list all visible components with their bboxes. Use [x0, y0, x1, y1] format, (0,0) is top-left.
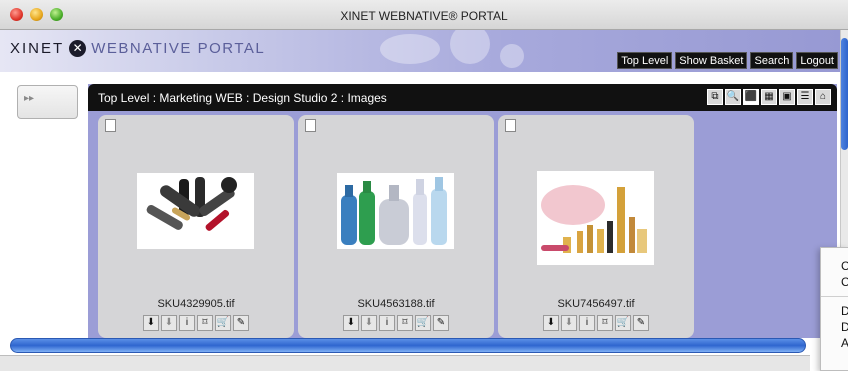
vertical-scrollbar-thumb[interactable]: [841, 38, 848, 150]
home-icon[interactable]: ⌂: [815, 89, 831, 105]
window-title: XINET WEBNATIVE® PORTAL: [340, 9, 508, 23]
info-icon[interactable]: i: [379, 315, 395, 331]
search-button[interactable]: Search: [750, 52, 794, 69]
context-menu-item[interactable]: D: [821, 319, 848, 335]
info-icon[interactable]: i: [579, 315, 595, 331]
add-to-basket-icon[interactable]: 🛒: [215, 315, 231, 331]
file-card[interactable]: SKU4563188.tif ⬇ ⬇ i ⌑ 🛒 ✎: [298, 115, 494, 338]
context-menu: C C D D A: [820, 247, 848, 371]
breadcrumb[interactable]: Top Level : Marketing WEB : Design Studi…: [98, 91, 387, 105]
file-actions: ⬇ ⬇ i ⌑ 🛒 ✎: [298, 315, 494, 331]
list-view-icon[interactable]: ☰: [797, 89, 813, 105]
context-menu-item[interactable]: A: [821, 335, 848, 351]
logo-brand: XINET: [10, 40, 65, 57]
file-icon: [505, 119, 516, 132]
download-icon[interactable]: ⬇: [343, 315, 359, 331]
file-name[interactable]: SKU7456497.tif: [498, 298, 694, 310]
preview-icon[interactable]: ⌑: [397, 315, 413, 331]
status-strip: [0, 355, 810, 371]
file-thumbnail[interactable]: [337, 173, 454, 249]
banner-decoration: [380, 34, 440, 64]
info-icon[interactable]: i: [179, 315, 195, 331]
view-toolbar: ⧉ 🔍 ⬛ ▦ ▣ ☰ ⌂: [707, 89, 831, 105]
banner-decoration: [500, 44, 524, 68]
file-icon: [105, 119, 116, 132]
top-level-button[interactable]: Top Level: [617, 52, 673, 69]
download-icon[interactable]: ⬇: [143, 315, 159, 331]
download-disabled-icon[interactable]: ⬇: [161, 315, 177, 331]
file-thumbnail[interactable]: [537, 171, 654, 265]
cosmetics-image: [537, 171, 654, 265]
context-menu-item[interactable]: C: [821, 274, 848, 290]
file-card[interactable]: SKU4329905.tif ⬇ ⬇ i ⌑ 🛒 ✎: [98, 115, 294, 338]
hair-tools-image: [137, 173, 254, 249]
top-nav: Top Level Show Basket Search Logout: [617, 52, 838, 69]
edit-icon[interactable]: ✎: [233, 315, 249, 331]
breadcrumb-bar: Top Level : Marketing WEB : Design Studi…: [88, 84, 837, 111]
content-area: ▸▸ Top Level : Marketing WEB : Design St…: [0, 72, 840, 338]
file-icon: [305, 119, 316, 132]
download-icon[interactable]: ⬇: [543, 315, 559, 331]
file-name[interactable]: SKU4329905.tif: [98, 298, 294, 310]
file-card[interactable]: SKU7456497.tif ⬇ ⬇ i ⌑ 🛒 ✎: [498, 115, 694, 338]
file-actions: ⬇ ⬇ i ⌑ 🛒 ✎: [98, 315, 294, 331]
logo-x-icon: ✕: [69, 40, 87, 57]
grid-view-icon[interactable]: ▦: [761, 89, 777, 105]
add-to-basket-icon[interactable]: 🛒: [415, 315, 431, 331]
thumbnail-view-icon[interactable]: ▣: [779, 89, 795, 105]
upload-icon[interactable]: ⧉: [707, 89, 723, 105]
banner-decoration: [450, 30, 490, 64]
show-basket-button[interactable]: Show Basket: [675, 52, 748, 69]
bottles-image: [337, 173, 454, 249]
preview-icon[interactable]: ⌑: [597, 315, 613, 331]
portal-banner: XINET ✕ WEBNATIVE PORTAL Top Level Show …: [0, 30, 840, 72]
window-titlebar: XINET WEBNATIVE® PORTAL: [0, 0, 848, 30]
select-icon[interactable]: ⬛: [743, 89, 759, 105]
file-actions: ⬇ ⬇ i ⌑ 🛒 ✎: [498, 315, 694, 331]
download-disabled-icon[interactable]: ⬇: [561, 315, 577, 331]
file-name[interactable]: SKU4563188.tif: [298, 298, 494, 310]
file-thumbnail[interactable]: [137, 173, 254, 249]
search-icon[interactable]: 🔍: [725, 89, 741, 105]
context-menu-item[interactable]: C: [821, 258, 848, 274]
preview-icon[interactable]: ⌑: [197, 315, 213, 331]
edit-icon[interactable]: ✎: [433, 315, 449, 331]
edit-icon[interactable]: ✎: [633, 315, 649, 331]
logout-button[interactable]: Logout: [796, 52, 838, 69]
context-menu-item[interactable]: D: [821, 303, 848, 319]
portal-logo: XINET ✕ WEBNATIVE PORTAL: [10, 40, 265, 57]
file-browser-panel: Top Level : Marketing WEB : Design Studi…: [88, 84, 837, 338]
context-menu-divider: [821, 296, 848, 297]
download-disabled-icon[interactable]: ⬇: [361, 315, 377, 331]
sidebar-expand-button[interactable]: ▸▸: [17, 85, 78, 119]
add-to-basket-icon[interactable]: 🛒: [615, 315, 631, 331]
horizontal-scrollbar[interactable]: [10, 338, 806, 353]
logo-product: WEBNATIVE PORTAL: [91, 40, 266, 57]
